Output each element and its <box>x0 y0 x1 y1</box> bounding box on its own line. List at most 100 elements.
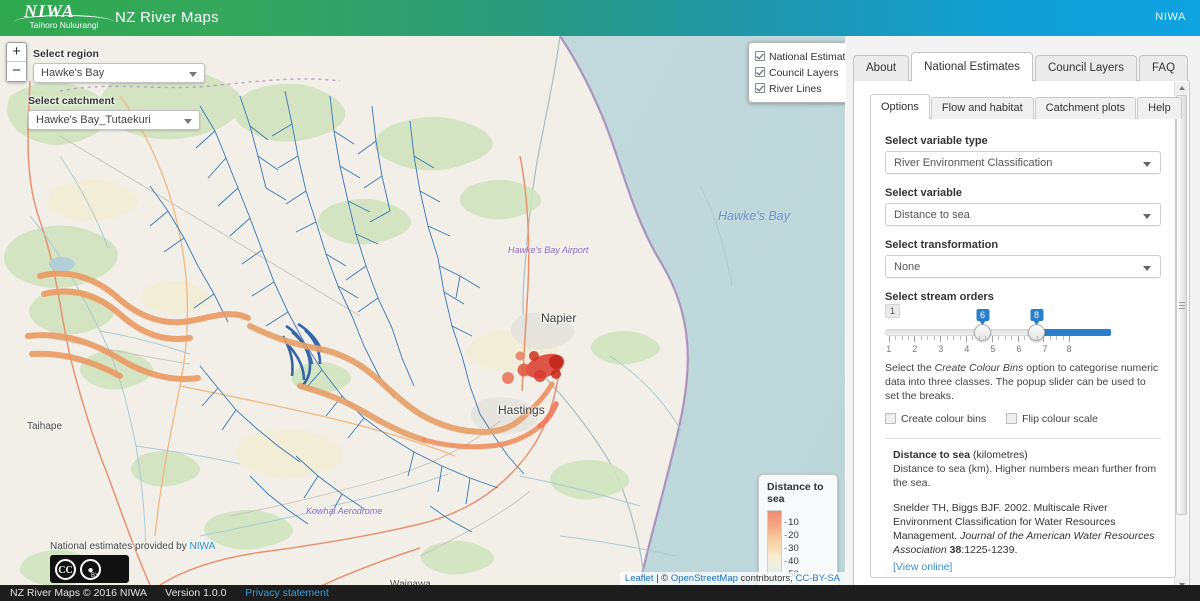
transformation-value: None <box>894 261 921 273</box>
layer-label: Council Layers <box>769 67 839 79</box>
chevron-down-icon <box>1143 214 1151 219</box>
variable-type-value: River Environment Classification <box>894 157 1053 169</box>
tab-council-layers[interactable]: Council Layers <box>1034 55 1138 81</box>
flip-colour-scale-label: Flip colour scale <box>1022 413 1098 425</box>
panel-scrollbar[interactable] <box>1174 82 1188 592</box>
slider-tick-label: 7 <box>1042 344 1048 354</box>
legend-tick: 30 <box>784 543 799 554</box>
slider-tick-label: 2 <box>912 344 918 354</box>
options-tab-content: Select variable type River Environment C… <box>870 118 1176 578</box>
chevron-down-icon <box>1143 266 1151 271</box>
attribution-suffix: contributors, <box>737 573 796 584</box>
create-colour-bins-checkbox[interactable]: Create colour bins <box>885 413 986 425</box>
license-link[interactable]: CC-BY-SA <box>795 573 840 584</box>
variable-info-unit: (kilometres) <box>970 449 1028 461</box>
view-online-link[interactable]: [View online] <box>893 561 952 573</box>
scrollbar-grip-icon <box>1179 302 1185 309</box>
header-niwa-label: NIWA <box>1155 11 1186 23</box>
region-select[interactable]: Hawke's Bay <box>33 63 205 83</box>
region-selector-group: Select region Hawke's Bay <box>33 48 205 83</box>
openstreetmap-link[interactable]: OpenStreetMap <box>671 573 738 584</box>
slider-handle-low-value: 6 <box>975 309 990 325</box>
leaflet-link[interactable]: Leaflet <box>625 573 654 584</box>
checkbox-icon[interactable] <box>755 83 765 93</box>
zoom-in-button[interactable]: + <box>7 43 26 62</box>
tab-options[interactable]: Options <box>870 94 930 119</box>
privacy-statement-link[interactable]: Privacy statement <box>245 587 328 599</box>
tab-national-estimates[interactable]: National Estimates <box>911 52 1033 81</box>
chevron-down-icon <box>184 119 192 124</box>
tab-about[interactable]: About <box>853 55 910 81</box>
layer-control[interactable]: National Estimates Council Layers River … <box>748 42 845 103</box>
catchment-select[interactable]: Hawke's Bay_Tutaekuri <box>28 110 200 130</box>
tab-help[interactable]: Help <box>1137 97 1182 119</box>
legend-title: Distance to sea <box>767 481 824 505</box>
cc-icon: CC <box>55 558 76 580</box>
checkbox-icon[interactable] <box>885 413 896 424</box>
variable-info-block: Distance to sea (kilometres) Distance to… <box>885 449 1161 575</box>
attribution-separator: | © <box>653 573 671 584</box>
slider-tick-label: 1 <box>886 344 892 354</box>
stream-orders-label: Select stream orders <box>885 291 994 303</box>
layer-toggle-national-estimates[interactable]: National Estimates <box>755 49 845 65</box>
footer-version: Version 1.0.0 <box>165 587 227 599</box>
transformation-select[interactable]: None <box>885 255 1161 278</box>
colour-options-row: Create colour bins Flip colour scale <box>885 413 1161 425</box>
outer-tab-bar: About National Estimates Council Layers … <box>853 52 1190 81</box>
layer-label: National Estimates <box>769 51 845 63</box>
app-footer: NZ River Maps © 2016 NIWA Version 1.0.0 … <box>0 585 1200 601</box>
region-label: Select region <box>33 48 99 60</box>
chevron-down-icon <box>1143 162 1151 167</box>
credit-text: National estimates provided by NIWA <box>50 541 215 552</box>
tab-flow-and-habitat[interactable]: Flow and habitat <box>930 97 1034 119</box>
slider-min-badge: 1 <box>885 304 901 318</box>
cc-by-text: BY <box>91 573 100 579</box>
creative-commons-badge: CC ● BY <box>50 555 129 583</box>
variable-info-name: Distance to sea <box>893 449 971 461</box>
checkbox-icon[interactable] <box>755 67 765 77</box>
tab-faq[interactable]: FAQ <box>1139 55 1189 81</box>
variable-label: Select variable <box>885 187 963 199</box>
layer-label: River Lines <box>769 83 822 95</box>
colour-bins-help-part1: Select the <box>885 362 935 374</box>
stream-orders-slider[interactable]: 1 6 8 1 2 3 4 5 6 7 8 <box>885 304 1161 357</box>
credit-niwa-link[interactable]: NIWA <box>190 541 216 552</box>
slider-tick-labels: 1 2 3 4 5 6 7 8 <box>885 344 1071 356</box>
slider-tick-label: 6 <box>1016 344 1022 354</box>
variable-select[interactable]: Distance to sea <box>885 203 1161 226</box>
variable-value: Distance to sea <box>894 209 970 221</box>
side-panel: About National Estimates Council Layers … <box>846 36 1200 592</box>
map-container[interactable]: Hawke's Bay Napier Hastings Taihape Waip… <box>0 36 845 585</box>
variable-info-title: Distance to sea (kilometres) <box>893 449 1161 461</box>
variable-type-select[interactable]: River Environment Classification <box>885 151 1161 174</box>
zoom-out-button[interactable]: − <box>7 62 26 81</box>
reference-pages: :1225-1239. <box>961 544 1018 556</box>
slider-tick-label: 5 <box>990 344 996 354</box>
checkbox-icon[interactable] <box>755 51 765 61</box>
variable-info-description: Distance to sea (km). Higher numbers mea… <box>893 463 1157 489</box>
layer-toggle-council-layers[interactable]: Council Layers <box>755 65 845 81</box>
flip-colour-scale-checkbox[interactable]: Flip colour scale <box>1006 413 1098 425</box>
app-header: NIWA Taihoro Nukurangi NZ River Maps NIW… <box>0 0 1200 36</box>
checkbox-icon[interactable] <box>1006 413 1018 424</box>
slider-ticks <box>885 336 1071 343</box>
divider <box>885 438 1161 439</box>
layer-toggle-river-lines[interactable]: River Lines <box>755 81 845 97</box>
create-colour-bins-label: Create colour bins <box>901 413 987 425</box>
slider-tick-label: 3 <box>938 344 944 354</box>
scrollbar-thumb[interactable] <box>1176 95 1187 515</box>
niwa-logo: NIWA Taihoro Nukurangi <box>14 2 114 34</box>
tab-catchment-plots[interactable]: Catchment plots <box>1034 97 1137 119</box>
chevron-down-icon <box>189 72 197 77</box>
map-zoom-control[interactable]: + − <box>6 42 27 82</box>
colour-bins-help: Select the Create Colour Bins option to … <box>885 361 1161 403</box>
map-legend: Distance to sea 10 20 30 40 50 60 70 <box>758 474 838 585</box>
map-attribution: Leaflet | © OpenStreetMap contributors, … <box>619 572 845 585</box>
variable-reference: Snelder TH, Biggs BJF. 2002. Multiscale … <box>893 501 1161 557</box>
transformation-label: Select transformation <box>885 239 999 251</box>
catchment-label: Select catchment <box>28 95 115 107</box>
region-select-value: Hawke's Bay <box>41 67 105 79</box>
slider-handle-high-value: 8 <box>1029 309 1044 325</box>
page-title: NZ River Maps <box>115 9 219 26</box>
catchment-selector-group: Select catchment Hawke's Bay_Tutaekuri <box>28 95 200 130</box>
